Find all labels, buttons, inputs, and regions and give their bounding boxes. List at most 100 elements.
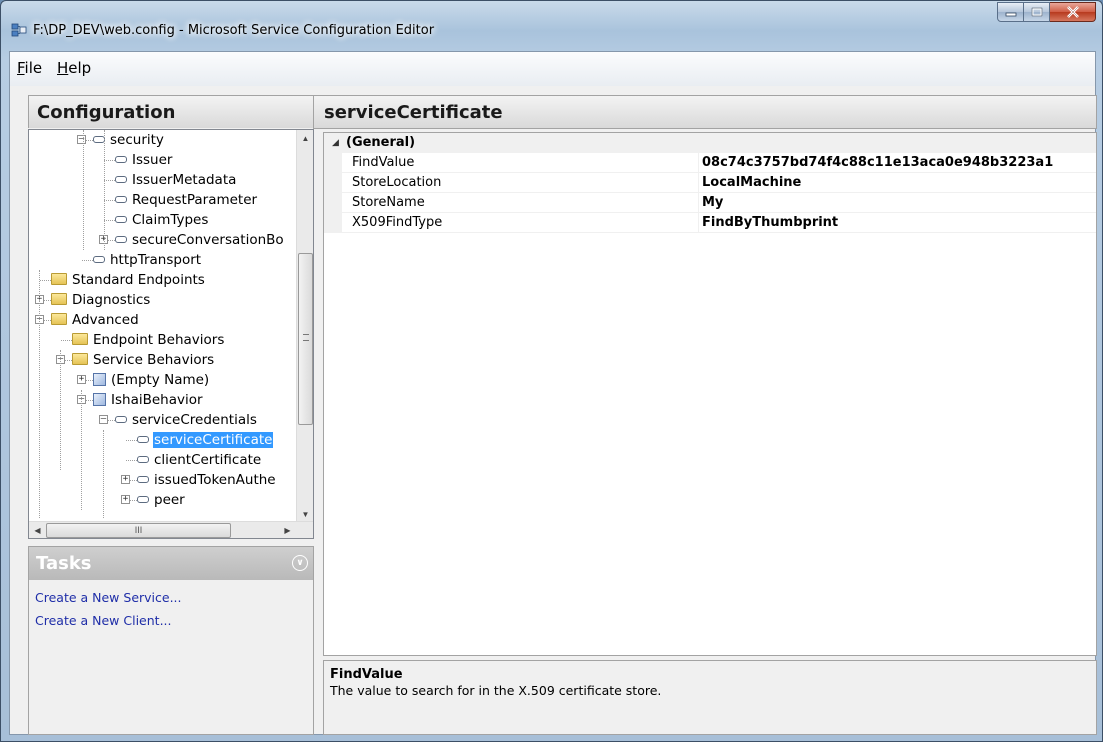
- tree-guide-line: [103, 430, 104, 518]
- category-label: (General): [346, 135, 416, 150]
- element-icon: [115, 216, 127, 223]
- tree-node-label: ClaimTypes: [132, 212, 209, 228]
- property-row[interactable]: StoreName My: [324, 193, 1096, 213]
- scroll-up-icon[interactable]: ▲: [297, 130, 313, 147]
- create-new-service-link[interactable]: Create a New Service...: [35, 590, 313, 605]
- tasks-header[interactable]: Tasks ∨: [29, 547, 313, 580]
- detail-title: serviceCertificate: [324, 102, 503, 123]
- element-icon: [115, 156, 127, 163]
- scroll-right-icon[interactable]: ▶: [279, 522, 296, 538]
- configuration-header: Configuration: [28, 95, 314, 128]
- tree-horizontal-scrollbar[interactable]: ◀ III ▶: [29, 521, 313, 538]
- element-icon: [115, 176, 127, 183]
- close-button[interactable]: [1050, 2, 1096, 22]
- tree-node[interactable]: httpTransport: [93, 250, 202, 270]
- category-collapse-icon[interactable]: ◢: [332, 133, 339, 153]
- tree-node-label: peer: [154, 492, 185, 508]
- tree-node[interactable]: Endpoint Behaviors: [72, 330, 225, 350]
- property-grid[interactable]: ◢ (General) FindValue 08c74c3757bd74f4c8…: [323, 132, 1097, 656]
- tree-guide-line: [81, 390, 82, 510]
- tree-vertical-scroll-thumb[interactable]: [298, 253, 313, 425]
- property-row[interactable]: X509FindType FindByThumbprint: [324, 213, 1096, 233]
- tree-node[interactable]: RequestParameter: [115, 190, 258, 210]
- menu-bar: File Help: [10, 52, 1095, 86]
- tree-node[interactable]: Standard Endpoints: [51, 270, 206, 290]
- menu-file[interactable]: File: [17, 59, 42, 77]
- expand-plus-icon[interactable]: +: [121, 475, 130, 484]
- property-category[interactable]: ◢ (General): [324, 133, 1096, 153]
- tree-node[interactable]: Issuer: [115, 150, 173, 170]
- tree-node-label: (Empty Name): [111, 372, 210, 388]
- scroll-left-icon[interactable]: ◀: [29, 522, 46, 538]
- create-new-client-link[interactable]: Create a New Client...: [35, 613, 313, 628]
- app-icon[interactable]: [11, 22, 27, 38]
- collapse-minus-icon[interactable]: –: [99, 415, 108, 424]
- help-description: The value to search for in the X.509 cer…: [330, 683, 662, 698]
- element-icon: [115, 416, 127, 423]
- tree-node[interactable]: IshaiBehavior: [93, 390, 204, 410]
- configuration-tree[interactable]: – security Issuer IssuerMetadata RequestPara…: [28, 129, 314, 539]
- tree-node[interactable]: issuedTokenAuthe: [137, 470, 277, 490]
- menu-file-label: ile: [24, 59, 43, 77]
- element-icon: [93, 256, 105, 263]
- tasks-title: Tasks: [36, 553, 92, 574]
- element-icon: [137, 476, 149, 483]
- expand-plus-icon[interactable]: +: [77, 375, 86, 384]
- tree-node[interactable]: IssuerMetadata: [115, 170, 237, 190]
- tree-node[interactable]: Diagnostics: [51, 290, 151, 310]
- element-icon: [115, 196, 127, 203]
- tree-node-label: IssuerMetadata: [132, 172, 237, 188]
- title-bar[interactable]: F:\DP_DEV\web.config - Microsoft Service…: [1, 1, 1102, 51]
- menu-file-accel: F: [17, 59, 25, 77]
- tree-node-label: serviceCredentials: [132, 412, 257, 428]
- tree-node-label: Issuer: [132, 152, 173, 168]
- tree-node[interactable]: Advanced: [51, 310, 140, 330]
- tree-node-label: security: [110, 132, 164, 148]
- tree-node[interactable]: ClaimTypes: [115, 210, 209, 230]
- property-name: FindValue: [342, 153, 699, 173]
- behavior-icon: [93, 373, 106, 386]
- property-value[interactable]: LocalMachine: [699, 173, 1096, 193]
- help-title: FindValue: [330, 667, 403, 682]
- collapse-minus-icon[interactable]: –: [77, 135, 86, 144]
- tree-horizontal-scroll-thumb[interactable]: III: [46, 523, 231, 538]
- tree-node-label: secureConversationBo: [132, 232, 284, 248]
- folder-icon: [51, 313, 67, 325]
- tree-node-label: clientCertificate: [154, 452, 262, 468]
- caption-buttons: [997, 2, 1096, 22]
- tasks-panel: Tasks ∨ Create a New Service... Create a…: [28, 546, 314, 735]
- property-value[interactable]: FindByThumbprint: [699, 213, 1096, 233]
- window-title: F:\DP_DEV\web.config - Microsoft Service…: [33, 23, 435, 38]
- minimize-icon: [1005, 12, 1016, 17]
- tree-node-label: Advanced: [72, 312, 139, 328]
- tree-content: – security Issuer IssuerMetadata RequestPara…: [29, 130, 312, 518]
- menu-help[interactable]: Help: [57, 59, 91, 77]
- hscroll-grip: III: [134, 525, 143, 535]
- minimize-button[interactable]: [997, 2, 1024, 22]
- tree-guide-line: [104, 130, 105, 250]
- configuration-title: Configuration: [37, 102, 176, 123]
- tree-node[interactable]: peer: [137, 490, 186, 510]
- detail-header: serviceCertificate: [313, 95, 1097, 129]
- tree-guide-line: [39, 270, 40, 518]
- tree-vertical-scrollbar[interactable]: ▲ ▼: [296, 130, 313, 523]
- property-name: StoreName: [342, 193, 699, 213]
- collapse-chevron-icon[interactable]: ∨: [292, 555, 308, 571]
- element-icon: [137, 436, 149, 443]
- property-value[interactable]: My: [699, 193, 1096, 213]
- folder-icon: [51, 273, 67, 285]
- tree-node[interactable]: (Empty Name): [93, 370, 210, 390]
- tree-node[interactable]: secureConversationBo: [115, 230, 285, 250]
- close-icon: [1066, 6, 1079, 18]
- property-row[interactable]: FindValue 08c74c3757bd74f4c88c11e13aca0e…: [324, 153, 1096, 173]
- expand-plus-icon[interactable]: +: [121, 495, 130, 504]
- maximize-button[interactable]: [1024, 2, 1050, 22]
- tree-node-label: serviceCertificate: [153, 432, 274, 448]
- property-row[interactable]: StoreLocation LocalMachine: [324, 173, 1096, 193]
- tree-node[interactable]: clientCertificate: [137, 450, 262, 470]
- tree-node[interactable]: serviceCertificate: [137, 430, 274, 450]
- folder-icon: [72, 353, 88, 365]
- property-value[interactable]: 08c74c3757bd74f4c88c11e13aca0e948b3223a1: [699, 153, 1096, 173]
- tree-node[interactable]: Service Behaviors: [72, 350, 215, 370]
- tree-node[interactable]: serviceCredentials: [115, 410, 258, 430]
